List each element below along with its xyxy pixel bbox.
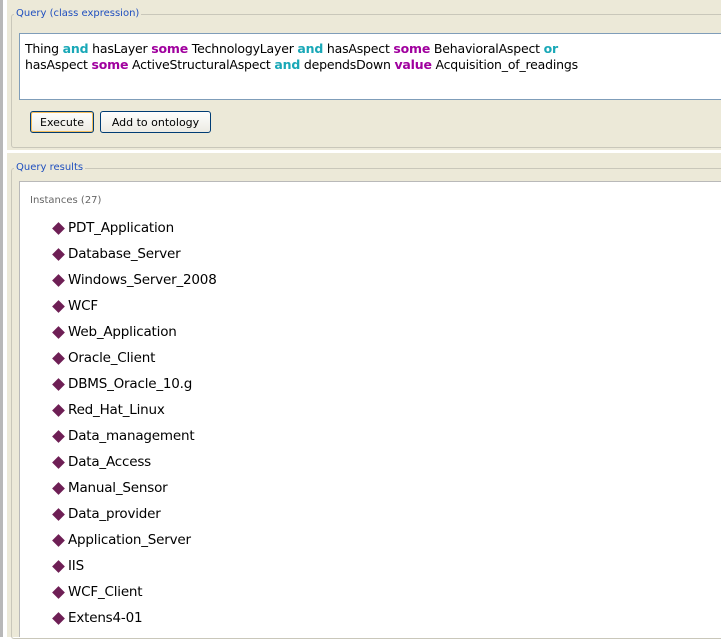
- instance-item[interactable]: Data_provider: [52, 501, 217, 527]
- individual-diamond-icon: [52, 507, 65, 521]
- instance-label: Web_Application: [68, 324, 177, 340]
- instance-label: Windows_Server_2008: [68, 272, 217, 288]
- expression-text: BehavioralAspect: [430, 41, 544, 56]
- instance-label: Oracle_Client: [68, 350, 156, 366]
- execute-button[interactable]: Execute: [30, 111, 94, 133]
- instance-item[interactable]: PDT_Application: [52, 215, 217, 241]
- instance-item[interactable]: DBMS_Oracle_10.g: [52, 371, 217, 397]
- keyword-or: or: [543, 41, 559, 56]
- instance-item[interactable]: Application_Server: [52, 527, 217, 553]
- individual-diamond-icon: [52, 533, 65, 547]
- instance-label: WCF_Client: [68, 584, 143, 600]
- individual-diamond-icon: [52, 585, 65, 599]
- keyword-and: and: [297, 41, 324, 56]
- expression-line-1: Thing and hasLayer some TechnologyLayer …: [25, 41, 721, 57]
- instance-label: Red_Hat_Linux: [68, 402, 165, 418]
- instances-header: Instances (27): [30, 195, 102, 206]
- class-expression-editor[interactable]: Thing and hasLayer some TechnologyLayer …: [19, 33, 721, 100]
- keyword-and: and: [274, 57, 301, 72]
- instance-item[interactable]: Red_Hat_Linux: [52, 397, 217, 423]
- expression-line-2: hasAspect some ActiveStructuralAspect an…: [25, 57, 721, 73]
- instance-label: Extens4-01: [68, 610, 143, 626]
- instance-item[interactable]: Database_Server: [52, 241, 217, 267]
- results-legend: Query results: [16, 162, 84, 173]
- instance-label: Application_Server: [68, 532, 191, 548]
- instance-item[interactable]: Windows_Server_2008: [52, 267, 217, 293]
- instance-label: Data_provider: [68, 506, 161, 522]
- individual-diamond-icon: [52, 377, 65, 391]
- individual-diamond-icon: [52, 247, 65, 261]
- instance-label: DBMS_Oracle_10.g: [68, 376, 193, 392]
- query-legend: Query (class expression): [16, 8, 140, 19]
- individual-diamond-icon: [52, 455, 65, 469]
- instance-label: Database_Server: [68, 246, 181, 262]
- expression-text: hasLayer: [88, 41, 152, 56]
- instance-item[interactable]: Extens4-01: [52, 605, 217, 631]
- keyword-some: some: [91, 57, 129, 72]
- instance-item[interactable]: IIS: [52, 553, 217, 579]
- individual-diamond-icon: [52, 351, 65, 365]
- individual-diamond-icon: [52, 559, 65, 573]
- instance-item[interactable]: Data_Access: [52, 449, 217, 475]
- instances-list: PDT_Application Database_Server Windows_Se…: [52, 215, 217, 637]
- individual-diamond-icon: [52, 299, 65, 313]
- expression-text: ActiveStructuralAspect: [128, 57, 275, 72]
- instance-item[interactable]: Data_management: [52, 423, 217, 449]
- instance-item[interactable]: Web_Application: [52, 319, 217, 345]
- add-to-ontology-button[interactable]: Add to ontology: [100, 111, 211, 133]
- individual-diamond-icon: [52, 429, 65, 443]
- keyword-some: some: [393, 41, 431, 56]
- expression-text: Thing: [25, 41, 63, 56]
- individual-diamond-icon: [52, 325, 65, 339]
- instance-label: IIS: [68, 558, 84, 574]
- expression-text: TechnologyLayer: [188, 41, 298, 56]
- instance-label: WCF: [68, 298, 98, 314]
- keyword-some: some: [151, 41, 188, 56]
- instance-label: PDT_Application: [68, 220, 174, 236]
- individual-diamond-icon: [52, 481, 65, 495]
- keyword-value: value: [394, 57, 432, 72]
- individual-diamond-icon: [52, 611, 65, 625]
- individual-diamond-icon: [52, 273, 65, 287]
- individual-diamond-icon: [52, 403, 65, 417]
- instance-label: Data_Access: [68, 454, 151, 470]
- expression-text: hasAspect: [25, 57, 92, 72]
- instance-item[interactable]: WCF: [52, 293, 217, 319]
- expression-text: Acquisition_of_readings: [431, 57, 579, 72]
- window-left-edge: [0, 0, 3, 637]
- individual-diamond-icon: [52, 221, 65, 235]
- instance-item[interactable]: Manual_Sensor: [52, 475, 217, 501]
- instance-label: Data_management: [68, 428, 195, 444]
- expression-text: dependsDown: [300, 57, 395, 72]
- instance-item[interactable]: ProducerNode: [52, 631, 217, 637]
- instance-item[interactable]: Oracle_Client: [52, 345, 217, 371]
- keyword-and: and: [62, 41, 89, 56]
- expression-text: hasAspect: [323, 41, 394, 56]
- instance-label: Manual_Sensor: [68, 480, 168, 496]
- results-list-box[interactable]: Instances (27) PDT_Application Database_S…: [19, 181, 721, 637]
- instance-item[interactable]: WCF_Client: [52, 579, 217, 605]
